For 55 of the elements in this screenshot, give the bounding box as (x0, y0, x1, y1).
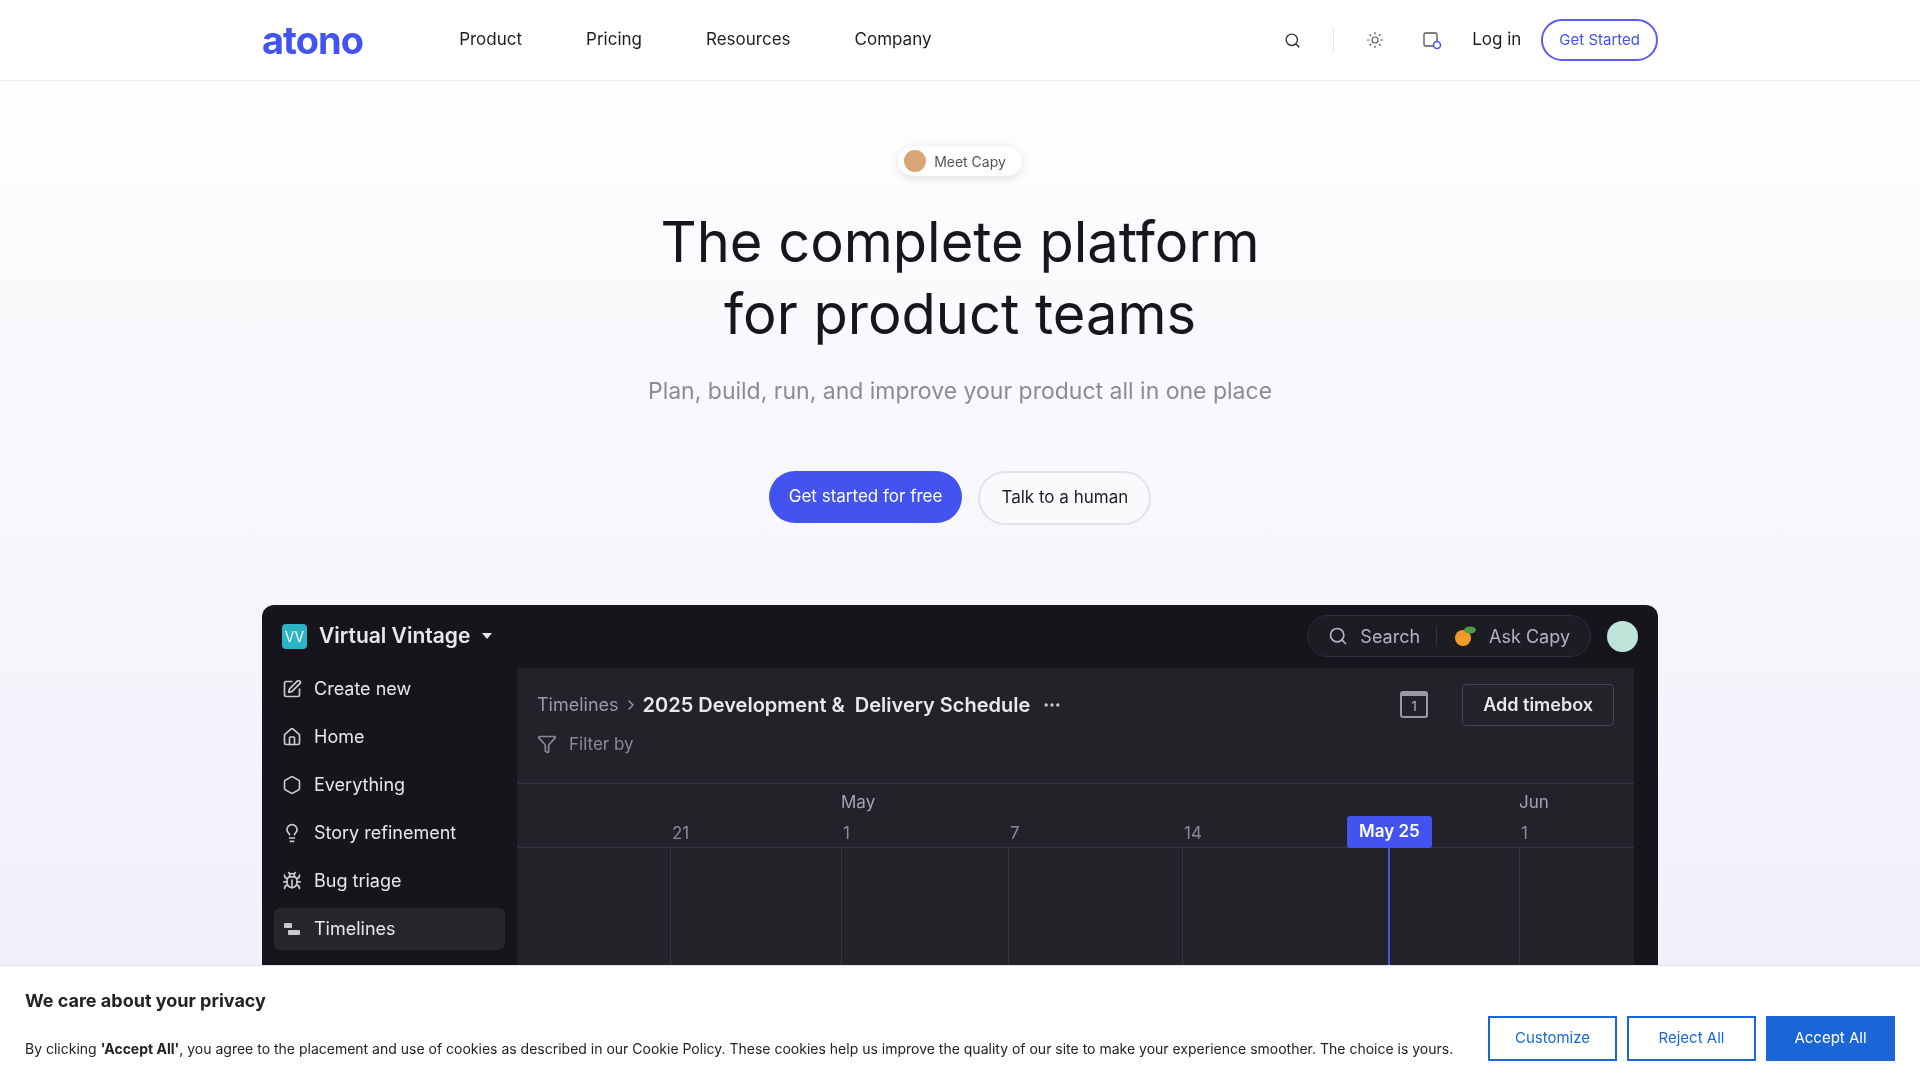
cookie-title: We care about your privacy (25, 989, 267, 1013)
today-marker: May 25 (1347, 815, 1432, 848)
sidebar-item[interactable]: Timelines (274, 907, 505, 950)
filter-button[interactable]: Filter by (537, 731, 1614, 757)
date-label: 14 (1184, 821, 1202, 845)
meet-capy-badge[interactable]: Meet Capy (898, 146, 1022, 176)
sidebar-item[interactable]: Everything (274, 763, 505, 806)
hero-subtitle: Plan, build, run, and improve your product all in one place (647, 376, 1273, 407)
calendar-today-icon[interactable]: 1 (1400, 691, 1429, 718)
page-title: 2025 Development & Delivery Schedule (642, 691, 1031, 719)
nav-link[interactable]: Company (854, 27, 932, 53)
edit-icon (282, 678, 302, 699)
sidebar-item[interactable]: Story refinement (274, 811, 505, 854)
month-label: Jun (1519, 790, 1549, 814)
sidebar-item[interactable]: Bug triage (274, 859, 505, 902)
badge-label: Meet Capy (934, 151, 1006, 172)
get-started-button[interactable]: Get Started (1541, 19, 1658, 61)
cookie-button[interactable]: Accept All (1766, 1015, 1895, 1061)
bug-icon (282, 870, 302, 891)
date-label: 1 (1521, 821, 1528, 845)
sidebar-item[interactable]: Create new (274, 667, 505, 710)
breadcrumb-link[interactable]: Timelines (537, 691, 619, 718)
hero-heading: The complete platform for product teams (660, 207, 1260, 350)
home-icon (282, 726, 302, 747)
search-icon (1328, 626, 1349, 646)
ask-capy-label: Ask Capy (1489, 624, 1570, 649)
fruit-icon (1453, 624, 1478, 648)
logo[interactable]: atono (262, 21, 364, 59)
sun-icon[interactable] (1366, 31, 1385, 49)
month-label: May (841, 790, 876, 814)
nav-link[interactable]: Pricing (586, 27, 642, 53)
calendar-icon[interactable] (1422, 30, 1443, 50)
get-started-free-button[interactable]: Get started for free (768, 470, 963, 523)
add-timebox-button[interactable]: Add timebox (1462, 683, 1614, 726)
caret-icon[interactable] (482, 633, 493, 639)
workspace-name[interactable]: Virtual Vintage (319, 620, 471, 652)
login-link[interactable]: Log in (1472, 27, 1522, 53)
talk-to-human-button[interactable]: Talk to a human (978, 470, 1152, 525)
search-label: Search (1360, 624, 1421, 649)
date-label: 21 (672, 821, 690, 845)
hexagon-icon (282, 774, 302, 795)
avatar (904, 150, 927, 172)
cookie-button[interactable]: Customize (1488, 1015, 1617, 1061)
cookie-text: By clicking 'Accept All', you agree to the placement and use of cookies as described in our Cookie Policy. These cookies help us improve the quality of our site to make your experience smoother. The choice is yours. (25, 1039, 1454, 1059)
user-avatar[interactable] (1607, 620, 1638, 652)
search-icon[interactable] (1284, 31, 1302, 49)
filter-icon (537, 734, 557, 755)
date-label: 1 (843, 821, 850, 845)
nav-link[interactable]: Product (459, 27, 523, 53)
search-bar[interactable]: Search Ask Capy (1307, 615, 1591, 657)
workspace-avatar: VV (282, 623, 307, 649)
sidebar-item[interactable]: Home (274, 715, 505, 758)
date-label: 7 (1010, 821, 1020, 845)
cookie-button[interactable]: Reject All (1627, 1015, 1756, 1061)
nav-link[interactable]: Resources (706, 27, 791, 53)
